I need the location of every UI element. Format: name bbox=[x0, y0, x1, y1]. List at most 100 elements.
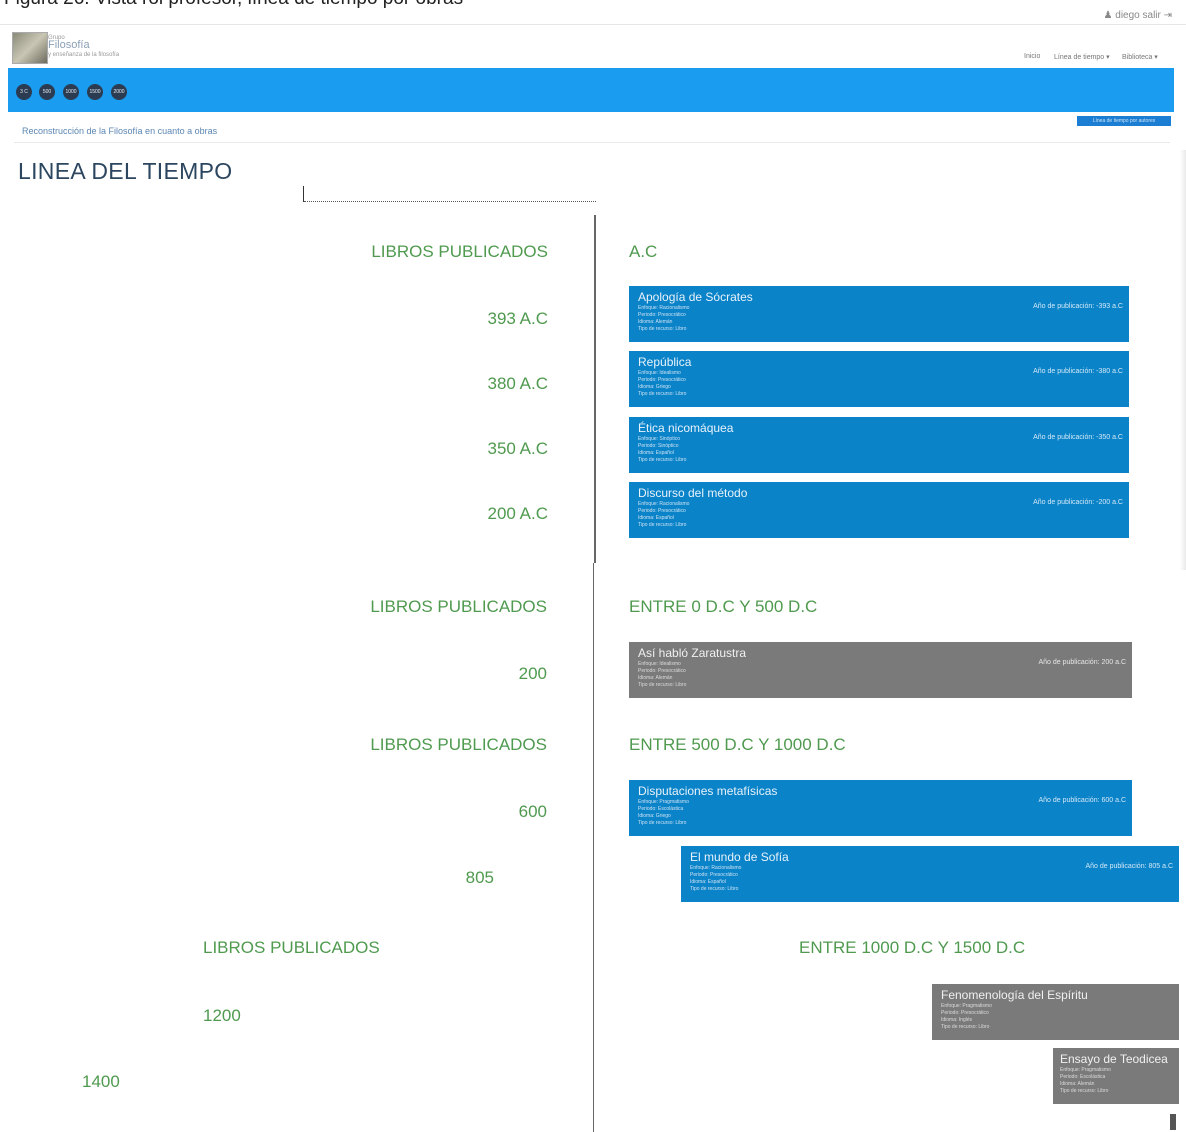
book-meta: Idioma: Español bbox=[638, 450, 674, 456]
section-label-left: LIBROS PUBLICADOS bbox=[370, 735, 547, 754]
book-meta: Periodo: Presocrático bbox=[638, 508, 686, 514]
scroll-shadow bbox=[1180, 150, 1186, 570]
book-meta: Tipo de recurso: Libro bbox=[638, 820, 687, 826]
book-title: República bbox=[638, 355, 692, 369]
dotted-guide bbox=[304, 201, 596, 202]
timeline-axis bbox=[594, 215, 596, 563]
book-meta: Idioma: Alemán bbox=[638, 319, 673, 325]
book-meta: Idioma: Inglés bbox=[941, 1017, 973, 1023]
book-card[interactable]: Fenomenología del Espíritu Enfoque: Prag… bbox=[932, 984, 1179, 1040]
year-label: 1400 bbox=[82, 1072, 120, 1091]
nav-biblioteca[interactable]: Biblioteca ▾ bbox=[1122, 53, 1158, 61]
year-label: 350 A.C bbox=[487, 439, 549, 458]
era-button-1000[interactable]: 1000 bbox=[63, 84, 79, 100]
book-meta: Enfoque: Racionalismo bbox=[690, 865, 742, 871]
year-label: 200 bbox=[518, 664, 547, 683]
book-meta: Periodo: Sinóptico bbox=[638, 443, 679, 449]
book-card[interactable]: Discurso del método Enfoque: Racionalism… bbox=[629, 482, 1129, 538]
book-year: Año de publicación: 805 a.C bbox=[1085, 863, 1173, 870]
year-label: 805 bbox=[465, 868, 494, 887]
book-year: Año de publicación: -380 a.C bbox=[1033, 368, 1123, 375]
era-bar bbox=[8, 68, 1174, 112]
book-title: Fenomenología del Espíritu bbox=[941, 988, 1088, 1002]
book-meta: Periodo: Presocrático bbox=[638, 668, 686, 674]
book-title: Disputaciones metafísicas bbox=[638, 784, 778, 798]
book-title: Apología de Sócrates bbox=[638, 290, 753, 304]
section-label-right: A.C bbox=[629, 242, 658, 261]
book-meta: Tipo de recurso: Libro bbox=[638, 391, 687, 397]
era-button-ac[interactable]: 3 C bbox=[16, 84, 32, 100]
book-meta: Tipo de recurso: Libro bbox=[1060, 1088, 1109, 1094]
scrollbar-thumb[interactable] bbox=[1170, 1114, 1176, 1130]
book-title: Discurso del método bbox=[638, 486, 748, 500]
breadcrumb-divider bbox=[14, 142, 1170, 143]
book-meta: Enfoque: Pragmatismo bbox=[941, 1003, 992, 1009]
book-card[interactable]: Apología de Sócrates Enfoque: Racionalis… bbox=[629, 286, 1129, 342]
book-meta: Tipo de recurso: Libro bbox=[941, 1024, 990, 1030]
section-label-right: ENTRE 500 D.C Y 1000 D.C bbox=[629, 735, 846, 754]
nav-inicio[interactable]: Inicio bbox=[1024, 53, 1040, 60]
book-meta: Idioma: Español bbox=[690, 879, 726, 885]
book-meta: Periodo: Presocrático bbox=[690, 872, 738, 878]
book-card[interactable]: Ética nicomáquea Enfoque: Sinóptico Peri… bbox=[629, 417, 1129, 473]
book-title: Así habló Zaratustra bbox=[638, 646, 747, 660]
section-label-left: LIBROS PUBLICADOS bbox=[371, 242, 548, 261]
book-meta: Idioma: Alemán bbox=[1060, 1081, 1095, 1087]
era-button-500[interactable]: 500 bbox=[39, 84, 55, 100]
section-label-right: ENTRE 1000 D.C Y 1500 D.C bbox=[799, 938, 1026, 957]
book-year: Año de publicación: -200 a.C bbox=[1033, 499, 1123, 506]
year-label: 200 A.C bbox=[487, 504, 549, 523]
book-meta: Tipo de recurso: Libro bbox=[638, 522, 687, 528]
book-meta: Enfoque: Idealismo bbox=[638, 661, 681, 667]
book-meta: Enfoque: Racionalismo bbox=[638, 501, 690, 507]
book-card[interactable]: Así habló Zaratustra Enfoque: Idealismo … bbox=[629, 642, 1132, 698]
text-cursor bbox=[303, 186, 304, 202]
book-title: Ensayo de Teodicea bbox=[1060, 1052, 1168, 1066]
book-meta: Tipo de recurso: Libro bbox=[638, 682, 687, 688]
book-meta: Periodo: Escolástica bbox=[638, 806, 684, 812]
book-card[interactable]: El mundo de Sofía Enfoque: Racionalismo … bbox=[681, 846, 1179, 902]
brand-subtitle: y enseñanza de la filosofía bbox=[48, 52, 120, 58]
book-meta: Enfoque: Pragmatismo bbox=[1060, 1067, 1111, 1073]
book-year: Año de publicación: -393 a.C bbox=[1033, 303, 1123, 310]
year-label: 393 A.C bbox=[487, 309, 549, 328]
nav-linea-tiempo[interactable]: Línea de tiempo ▾ bbox=[1054, 53, 1110, 61]
book-meta: Tipo de recurso: Libro bbox=[638, 457, 687, 463]
book-meta: Enfoque: Sinóptico bbox=[638, 436, 680, 442]
breadcrumb[interactable]: Reconstrucción de la Filosofía en cuanto… bbox=[22, 126, 217, 136]
timeline-by-authors-button[interactable]: Línea de tiempo por autores bbox=[1077, 116, 1171, 126]
page-title: LINEA DEL TIEMPO bbox=[18, 158, 233, 184]
book-meta: Enfoque: Pragmatismo bbox=[638, 799, 689, 805]
section-label-left: LIBROS PUBLICADOS bbox=[370, 597, 547, 616]
book-card[interactable]: Disputaciones metafísicas Enfoque: Pragm… bbox=[629, 780, 1132, 836]
book-meta: Enfoque: Racionalismo bbox=[638, 305, 690, 311]
section-label-left: LIBROS PUBLICADOS bbox=[203, 938, 380, 957]
book-meta: Idioma: Español bbox=[638, 515, 674, 521]
book-meta: Periodo: Presocrático bbox=[941, 1010, 989, 1016]
year-label: 1200 bbox=[203, 1006, 241, 1025]
era-button-2000[interactable]: 2000 bbox=[111, 84, 127, 100]
figure-caption: Figura 26: Vista rol profesor, línea de … bbox=[4, 0, 463, 10]
header-divider bbox=[0, 24, 1186, 25]
book-year: Año de publicación: -350 a.C bbox=[1033, 434, 1123, 441]
book-card[interactable]: República Enfoque: Idealismo Periodo: Pr… bbox=[629, 351, 1129, 407]
book-year: Año de publicación: 200 a.C bbox=[1038, 659, 1126, 666]
user-menu[interactable]: ♟ diego salir ⇥ bbox=[1104, 10, 1172, 21]
book-title: Ética nicomáquea bbox=[638, 421, 734, 435]
book-year: Año de publicación: 600 a.C bbox=[1038, 797, 1126, 804]
era-button-1500[interactable]: 1500 bbox=[87, 84, 103, 100]
book-meta: Enfoque: Idealismo bbox=[638, 370, 681, 376]
timeline-axis bbox=[593, 563, 594, 1132]
year-label: 380 A.C bbox=[487, 374, 549, 393]
book-meta: Periodo: Presocrático bbox=[638, 377, 686, 383]
book-meta: Idioma: Alemán bbox=[638, 675, 673, 681]
book-meta: Periodo: Escolástica bbox=[1060, 1074, 1106, 1080]
brand-logo[interactable] bbox=[12, 32, 48, 64]
book-meta: Periodo: Presocrático bbox=[638, 312, 686, 318]
book-card[interactable]: Ensayo de Teodicea Enfoque: Pragmatismo … bbox=[1053, 1048, 1179, 1104]
brand-name[interactable]: Filosofía bbox=[48, 39, 90, 51]
year-label: 600 bbox=[518, 802, 547, 821]
book-meta: Idioma: Griego bbox=[638, 813, 671, 819]
book-meta: Idioma: Griego bbox=[638, 384, 671, 390]
book-meta: Tipo de recurso: Libro bbox=[638, 326, 687, 332]
